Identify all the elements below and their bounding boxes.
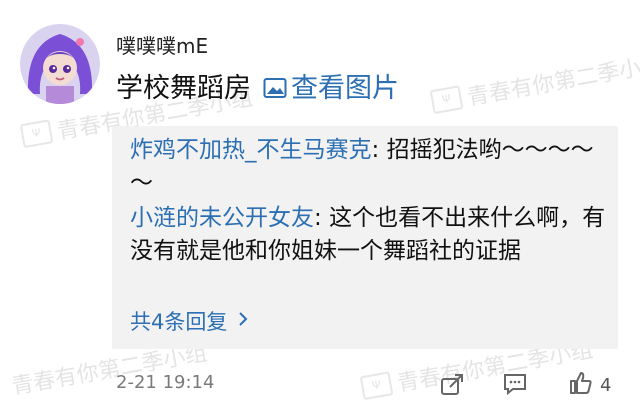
watermark-logo-icon: Ψ <box>429 85 464 115</box>
reply-item[interactable]: 炸鸡不加热_不生马赛克: 招摇犯法哟～～～～～ <box>130 134 610 200</box>
reply-author[interactable]: 小涟的未公开女友 <box>130 205 314 231</box>
comment-username[interactable]: 噗噗噗mE <box>116 30 208 59</box>
comment-timestamp: 2-21 19:14 <box>116 372 215 393</box>
share-button[interactable] <box>440 372 466 400</box>
more-replies-label: 共4条回复 <box>130 310 228 334</box>
watermark: Ψ 青春有你第二季小组 <box>429 46 640 118</box>
reply-item[interactable]: 小涟的未公开女友: 这个也看不出来什么啊，有没有就是他和你姐妹一个舞蹈社的证据 <box>130 202 610 268</box>
view-image-link[interactable]: 查看图片 <box>263 66 399 105</box>
watermark-logo-icon: Ψ <box>359 371 394 401</box>
chevron-right-icon <box>237 309 249 333</box>
avatar-image <box>20 24 100 104</box>
more-replies-link[interactable]: 共4条回复 <box>130 306 249 336</box>
avatar[interactable] <box>20 24 100 104</box>
reply-separator: : <box>371 137 387 163</box>
share-icon <box>440 372 466 400</box>
like-count: 4 <box>600 374 612 396</box>
reply-separator: : <box>314 205 330 231</box>
like-button[interactable]: 4 <box>568 370 611 400</box>
watermark-logo-icon: Ψ <box>19 119 54 149</box>
comment-text: 学校舞蹈房 <box>116 73 251 104</box>
comment-content: 学校舞蹈房 查看图片 <box>116 66 399 105</box>
thumbs-up-icon <box>568 370 594 400</box>
reply-button[interactable] <box>502 372 528 400</box>
comment-icon <box>502 372 528 400</box>
image-icon <box>263 75 287 98</box>
reply-author[interactable]: 炸鸡不加热_不生马赛克 <box>130 137 372 163</box>
view-image-label: 查看图片 <box>291 73 399 104</box>
replies-panel: 炸鸡不加热_不生马赛克: 招摇犯法哟～～～～～ 小涟的未公开女友: 这个也看不出… <box>112 126 618 349</box>
